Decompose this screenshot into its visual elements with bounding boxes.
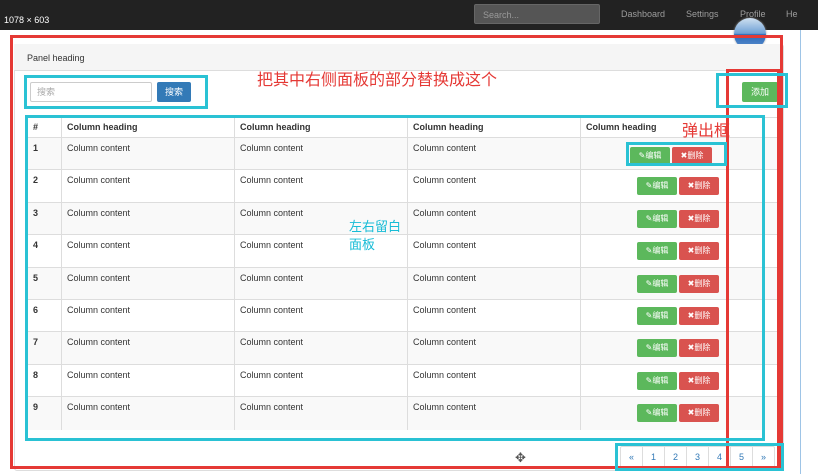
nav-dashboard[interactable]: Dashboard [621,9,665,19]
annotation-add-box [716,73,788,108]
nav-help[interactable]: He [786,9,798,19]
annotation-margin-line-1: 左右留白 [349,219,402,234]
dimension-label: 1078 × 603 [4,15,50,25]
annotation-margin-note: 左右留白 面板 [349,218,401,254]
navbar-search-input[interactable]: Search... [474,4,600,24]
annotation-popup-note: 弹出框 [682,123,731,140]
annotation-search-box [24,75,208,109]
nav-settings[interactable]: Settings [686,9,719,19]
annotation-replace-note: 把其中右侧面板的部分替换成这个 [257,72,498,89]
annotation-margin-line-2: 面板 [349,237,376,252]
annotation-pagination-box [615,443,784,471]
annotation-actions-box [626,142,727,166]
top-navbar: 1078 × 603 Search... Dashboard Settings … [0,0,818,30]
